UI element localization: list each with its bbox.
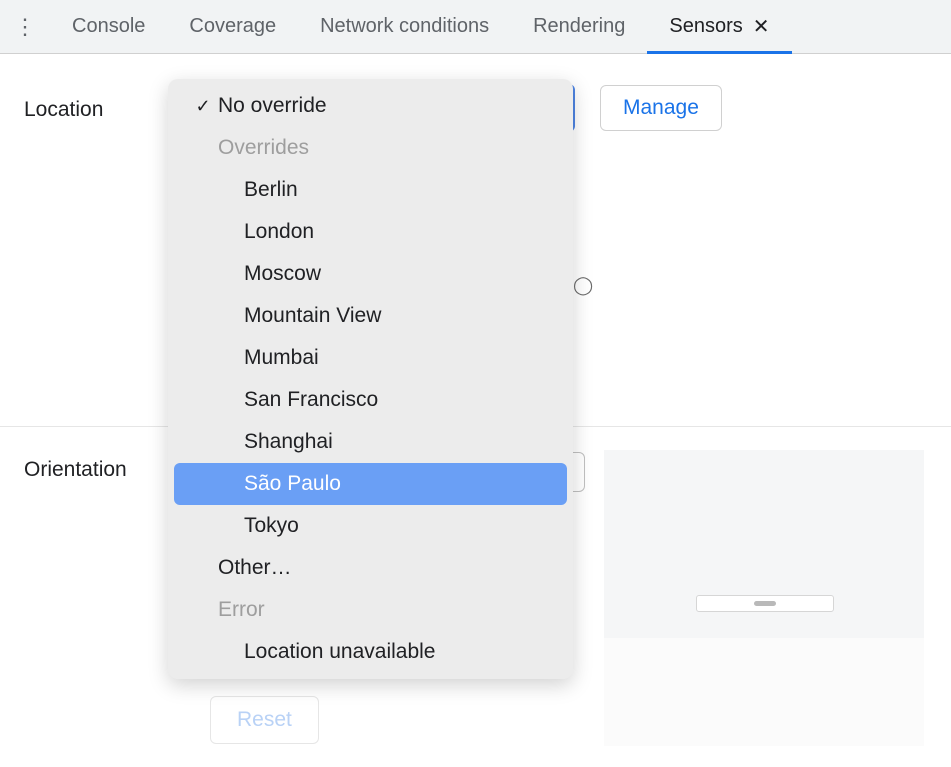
- option-san-francisco[interactable]: San Francisco: [174, 379, 567, 421]
- option-mountain-view[interactable]: Mountain View: [174, 295, 567, 337]
- sensors-panel: Location Manage ◯ Orientation Reset ✓ No…: [0, 54, 951, 122]
- option-no-override[interactable]: ✓ No override: [174, 85, 567, 127]
- option-sao-paulo[interactable]: São Paulo: [174, 463, 567, 505]
- option-tokyo[interactable]: Tokyo: [174, 505, 567, 547]
- option-shanghai[interactable]: Shanghai: [174, 421, 567, 463]
- option-other[interactable]: Other…: [174, 547, 567, 589]
- devtools-tabbar: ⋮ Console Coverage Network conditions Re…: [0, 0, 951, 54]
- option-london[interactable]: London: [174, 211, 567, 253]
- tab-sensors[interactable]: Sensors ✕: [647, 0, 791, 53]
- option-location-unavailable[interactable]: Location unavailable: [174, 631, 567, 673]
- orientation-illustration[interactable]: [604, 450, 924, 746]
- option-berlin[interactable]: Berlin: [174, 169, 567, 211]
- reset-button[interactable]: Reset: [210, 696, 319, 744]
- more-menu-icon[interactable]: ⋮: [0, 0, 50, 53]
- tab-rendering[interactable]: Rendering: [511, 0, 647, 53]
- manage-button[interactable]: Manage: [600, 85, 722, 131]
- group-overrides: Overrides: [174, 127, 567, 169]
- option-mumbai[interactable]: Mumbai: [174, 337, 567, 379]
- location-dropdown: ✓ No override Overrides Berlin London Mo…: [168, 79, 573, 679]
- option-moscow[interactable]: Moscow: [174, 253, 567, 295]
- tab-console[interactable]: Console: [50, 0, 167, 53]
- check-icon: ✓: [188, 96, 218, 117]
- group-error: Error: [174, 589, 567, 631]
- illustration-floor: [604, 638, 924, 746]
- orientation-select[interactable]: [573, 452, 585, 492]
- tab-coverage[interactable]: Coverage: [167, 0, 298, 53]
- close-icon[interactable]: ✕: [753, 14, 770, 39]
- device-illustration[interactable]: [696, 595, 834, 612]
- info-icon: ◯: [573, 275, 593, 296]
- tab-network-conditions[interactable]: Network conditions: [298, 0, 511, 53]
- orientation-label: Orientation: [24, 458, 127, 482]
